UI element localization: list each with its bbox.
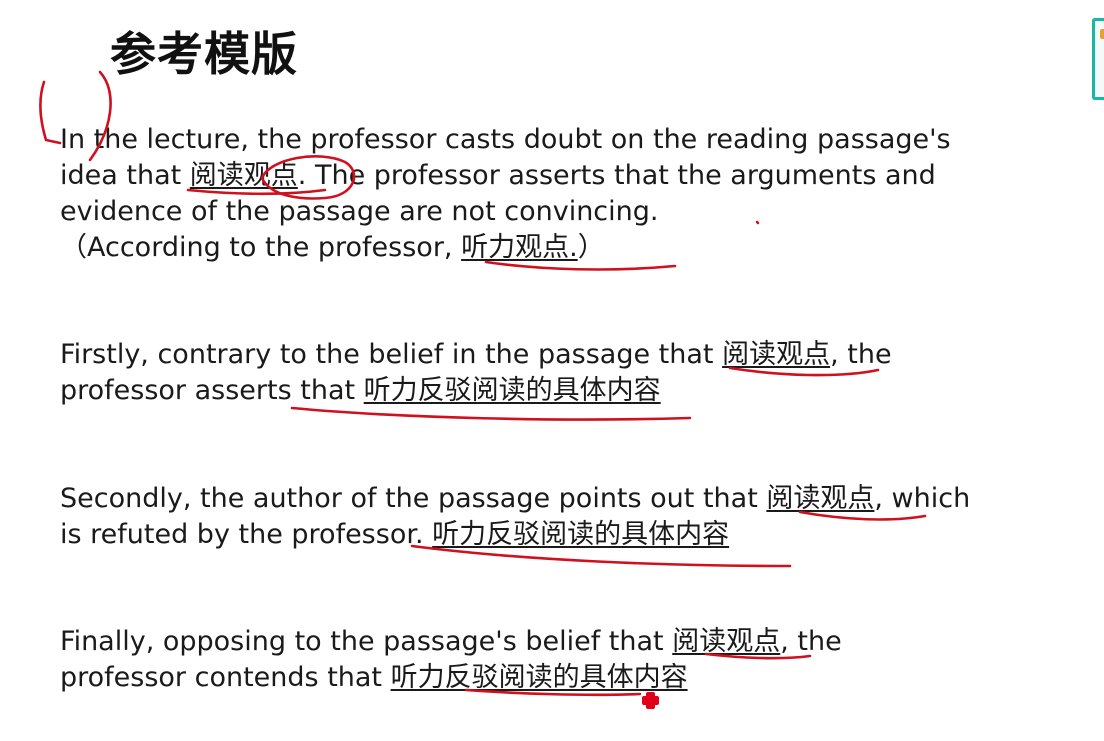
text-segment: Firstly, contrary to the belief in the p… [60,339,723,370]
paragraph-finally: Finally, opposing to the passage's belie… [60,624,1070,696]
text-segment: professor contends that [60,662,391,693]
text-segment: idea that [60,160,190,191]
paragraph-line: Secondly, the author of the passage poin… [60,481,1070,517]
placeholder-underlined: 阅读观点 [766,483,875,514]
placeholder-underlined: 听力反驳阅读的具体内容 [390,662,688,693]
text-segment: Finally, opposing to the passage's belie… [60,626,673,657]
placeholder-underlined: 听力观点. [461,232,578,263]
text-segment: professor asserts that [60,375,364,406]
side-toolbar-tab-icon[interactable] [1092,18,1104,100]
text-segment: . The professor asserts that the argumen… [297,160,936,191]
paragraph-line: professor asserts that 听力反驳阅读的具体内容 [60,373,1070,409]
text-segment: ） [577,232,605,263]
placeholder-underlined: 阅读观点 [189,160,298,191]
placeholder-underlined: 阅读观点 [672,626,781,657]
text-segment: is refuted by the professor. [60,519,433,550]
paragraph-line: idea that 阅读观点. The professor asserts th… [60,158,1070,194]
text-segment: evidence of the passage are not convinci… [60,196,659,227]
text-segment: In the lecture, the professor casts doub… [60,124,951,155]
paragraph-line: （According to the professor, 听力观点.） [60,230,1070,266]
ink-bracket-left [39,80,62,145]
paragraph-intro: In the lecture, the professor casts doub… [60,122,1070,266]
ink-underline-firstly-listening [290,406,692,421]
placeholder-underlined: 听力反驳阅读的具体内容 [363,375,661,406]
slide-title: 参考模版 [110,27,298,81]
paragraph-line: evidence of the passage are not convinci… [60,194,1070,230]
laser-pointer-icon [642,692,659,709]
placeholder-underlined: 听力反驳阅读的具体内容 [432,519,730,550]
paragraph-line: Finally, opposing to the passage's belie… [60,624,1070,660]
paragraph-line: professor contends that 听力反驳阅读的具体内容 [60,660,1070,696]
paragraph-line: In the lecture, the professor casts doub… [60,122,1070,158]
slide: 参考模版 In the lecture, the professor casts… [0,0,1104,741]
paragraph-line: Firstly, contrary to the belief in the p… [60,337,1070,373]
text-segment: Secondly, the author of the passage poin… [60,483,767,514]
text-segment: , the [780,626,842,657]
text-segment: , which [874,483,971,514]
paragraph-firstly: Firstly, contrary to the belief in the p… [60,337,1070,409]
text-segment: （According to the professor, [60,232,462,263]
placeholder-underlined: 阅读观点 [722,339,831,370]
paragraph-line: is refuted by the professor. 听力反驳阅读的具体内容 [60,517,1070,553]
text-segment: , the [830,339,892,370]
paragraph-secondly: Secondly, the author of the passage poin… [60,481,1070,553]
